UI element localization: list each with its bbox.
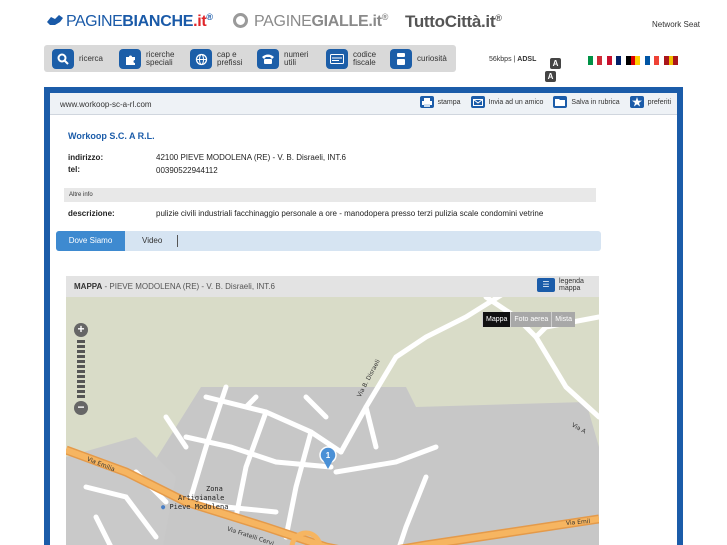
card-icon bbox=[326, 49, 348, 69]
connection-info[interactable]: 56kbps | ADSL bbox=[489, 56, 536, 63]
map-label-place: ● Pieve Modolena bbox=[161, 503, 228, 511]
business-panel: www.workoop-sc-a-rl.com stampa Invia ad … bbox=[44, 87, 683, 545]
flag-en-icon[interactable] bbox=[607, 56, 622, 65]
send-friend-button[interactable]: Invia ad un amico bbox=[470, 96, 544, 108]
map-label-zona: Zona bbox=[206, 485, 223, 493]
list-icon: ☰ bbox=[537, 278, 555, 292]
panel-header: www.workoop-sc-a-rl.com stampa Invia ad … bbox=[50, 93, 677, 115]
tabs-bar: Dove Siamo Video bbox=[56, 231, 601, 251]
nav-label-numeri-utili: numeri utili bbox=[284, 50, 309, 67]
nav-label-ricerca: ricerca bbox=[79, 54, 104, 63]
description-label: descrizione: bbox=[68, 209, 115, 218]
brand-pg-it: .it bbox=[368, 13, 382, 30]
info-icon bbox=[390, 49, 412, 69]
nav-label-ricerche-speciali: ricerche speciali bbox=[146, 50, 175, 67]
brand-pb-bianche: BIANCHE bbox=[122, 13, 194, 30]
map-label-artigianale: Artigianale bbox=[178, 494, 225, 502]
flag-fr-icon[interactable] bbox=[645, 56, 660, 65]
map-legend-label: legenda mappa bbox=[559, 278, 584, 292]
favorites-label: preferiti bbox=[647, 98, 671, 106]
nav-label-codice-fiscale: codice fiscale bbox=[353, 50, 377, 67]
brand-pg-gialle: GIALLE bbox=[311, 13, 369, 30]
tab-separator bbox=[177, 235, 178, 247]
map-header: MAPPA - PIEVE MODOLENA (RE) - V. B. Disr… bbox=[66, 276, 599, 297]
map-legend-button[interactable]: ☰ legenda mappa bbox=[537, 278, 587, 292]
globe-icon bbox=[190, 49, 212, 69]
business-name[interactable]: Workoop S.C. A R.L. bbox=[68, 131, 155, 141]
other-info-header: Altre info bbox=[64, 188, 596, 202]
save-address-book-button[interactable]: Salva in rubrica bbox=[553, 96, 620, 108]
paginegialle-logo[interactable]: PAGINEGIALLE.it® bbox=[233, 12, 388, 31]
zoom-out-button[interactable]: − bbox=[74, 401, 88, 415]
map-title: MAPPA - PIEVE MODOLENA (RE) - V. B. Disr… bbox=[74, 282, 275, 291]
nav-item-cap-prefissi[interactable]: cap e prefissi bbox=[190, 48, 247, 70]
website-link[interactable]: www.workoop-sc-a-rl.com bbox=[60, 100, 152, 109]
nav-item-curiosita[interactable]: curiosità bbox=[390, 48, 447, 70]
map-type-mappa[interactable]: Mappa bbox=[482, 312, 511, 327]
flag-es-icon[interactable] bbox=[664, 56, 679, 65]
nav-label-cap-prefissi: cap e prefissi bbox=[217, 50, 243, 67]
brand-pb-reg: ® bbox=[206, 12, 213, 22]
map-view[interactable]: 1 Mappa Foto aerea Mista + − Zona Artigi… bbox=[66, 297, 599, 545]
folder-icon bbox=[553, 96, 568, 108]
puzzle-icon bbox=[119, 49, 141, 69]
brand-tc-it: .it bbox=[481, 12, 496, 31]
phone-label: tel: bbox=[68, 165, 80, 174]
map-marker-number: 1 bbox=[326, 451, 331, 460]
nav-label-curiosita: curiosità bbox=[417, 54, 447, 63]
map-type-mista[interactable]: Mista bbox=[551, 312, 575, 327]
save-address-book-label: Salva in rubrica bbox=[571, 98, 620, 106]
brand-pg-pagine: PAGINE bbox=[254, 13, 312, 30]
nav-item-ricerche-speciali[interactable]: ricerche speciali bbox=[119, 48, 180, 70]
nav-item-ricerca[interactable]: ricerca bbox=[52, 48, 103, 70]
brand-row: PAGINEBIANCHE.it® PAGINEGIALLE.it® Tutto… bbox=[0, 0, 727, 42]
phone-value: 00390522944112 bbox=[156, 166, 218, 175]
map-title-label: MAPPA bbox=[74, 282, 103, 291]
favorites-button[interactable]: preferiti bbox=[629, 96, 671, 108]
brand-tc-name: TuttoCittà bbox=[405, 12, 481, 31]
nav-item-numeri-utili[interactable]: numeri utili bbox=[257, 48, 310, 70]
phone-icon bbox=[257, 49, 279, 69]
description-value: pulizie civili industriali facchinaggio … bbox=[156, 209, 544, 218]
network-seat-link[interactable]: Network Seat bbox=[652, 20, 700, 29]
adsl-badge[interactable]: A bbox=[550, 58, 561, 69]
map-address: - PIEVE MODOLENA (RE) - V. B. Disraeli, … bbox=[102, 282, 275, 291]
map-label-place-text: Pieve Modolena bbox=[169, 503, 229, 511]
tab-video[interactable]: Video bbox=[132, 231, 172, 251]
zoom-control: + − bbox=[74, 323, 88, 415]
nav-item-codice-fiscale[interactable]: codice fiscale bbox=[326, 48, 381, 70]
connection-speed: 56kbps bbox=[489, 56, 512, 63]
flag-it-icon[interactable] bbox=[588, 56, 603, 65]
print-icon bbox=[419, 96, 434, 108]
zoom-slider[interactable] bbox=[77, 340, 85, 398]
nav-bar: ricerca ricerche speciali cap e prefissi… bbox=[44, 45, 456, 72]
tuttocitta-logo[interactable]: TuttoCittà.it® bbox=[405, 12, 502, 32]
flag-de-icon[interactable] bbox=[626, 56, 641, 65]
address-value: 42100 PIEVE MODOLENA (RE) - V. B. Disrae… bbox=[156, 153, 346, 162]
send-friend-label: Invia ad un amico bbox=[488, 98, 544, 106]
paginebianche-logo[interactable]: PAGINEBIANCHE.it® bbox=[46, 12, 213, 31]
brand-tc-reg: ® bbox=[495, 13, 502, 23]
star-icon bbox=[629, 96, 644, 108]
address-label: indirizzo: bbox=[68, 153, 104, 162]
brand-pg-reg: ® bbox=[381, 12, 389, 22]
print-label: stampa bbox=[437, 98, 461, 106]
print-button[interactable]: stampa bbox=[419, 96, 461, 108]
hand-icon bbox=[47, 15, 63, 25]
map-type-foto-aerea[interactable]: Foto aerea bbox=[510, 312, 552, 327]
connection-type: ADSL bbox=[517, 56, 537, 63]
mail-icon bbox=[470, 96, 485, 108]
map-type-selector: Mappa Foto aerea Mista bbox=[482, 312, 575, 327]
panel-actions: stampa Invia ad un amico Salva in rubric… bbox=[414, 96, 671, 108]
paginegialle-circle-icon bbox=[233, 13, 248, 28]
language-flags bbox=[588, 56, 679, 65]
brand-pb-pagine: PAGINE bbox=[66, 13, 123, 30]
zoom-in-button[interactable]: + bbox=[74, 323, 88, 337]
brand-pb-it: .it bbox=[193, 13, 207, 30]
search-icon bbox=[52, 49, 74, 69]
tab-dove-siamo[interactable]: Dove Siamo bbox=[56, 231, 125, 251]
adsl-badge-secondary[interactable]: A bbox=[545, 71, 556, 82]
map-canvas[interactable]: 1 bbox=[66, 297, 599, 545]
